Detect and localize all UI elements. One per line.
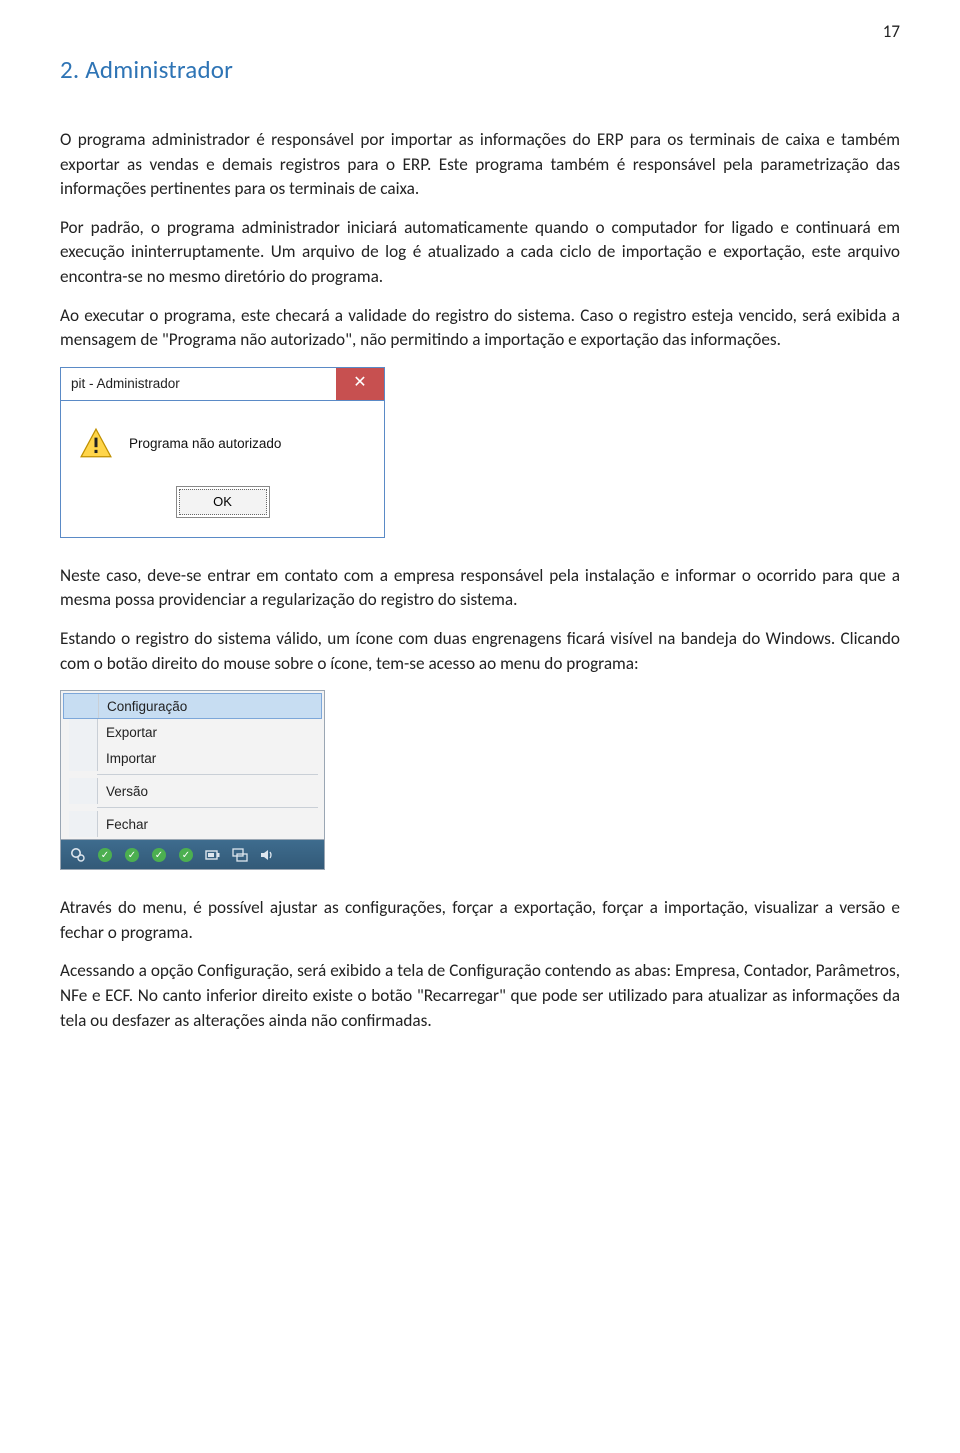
menu-item-versao[interactable]: Versão: [63, 778, 322, 804]
paragraph-1: O programa administrador é responsável p…: [60, 128, 900, 202]
section-heading: 2. Administrador: [60, 52, 900, 88]
menu-gutter: [69, 778, 98, 804]
unauthorized-dialog: pit - Administrador ✕ Programa não autor…: [60, 367, 385, 538]
paragraph-7: Acessando a opção Configuração, será exi…: [60, 959, 900, 1033]
page-number: 17: [60, 20, 900, 44]
menu-item-label: Configuração: [107, 697, 187, 716]
status-ok-icon[interactable]: ✓: [177, 846, 195, 864]
menu-item-configuracao[interactable]: Configuração: [63, 693, 322, 719]
menu-item-label: Fechar: [106, 815, 148, 834]
paragraph-6: Através do menu, é possível ajustar as c…: [60, 896, 900, 945]
warning-icon: [79, 427, 113, 461]
volume-icon[interactable]: [258, 846, 276, 864]
dialog-ok-button[interactable]: OK: [179, 489, 267, 515]
status-ok-icon[interactable]: ✓: [150, 846, 168, 864]
menu-separator: [97, 807, 318, 808]
network-icon[interactable]: [231, 846, 249, 864]
paragraph-3: Ao executar o programa, este checará a v…: [60, 304, 900, 353]
paragraph-2: Por padrão, o programa administrador ini…: [60, 216, 900, 290]
menu-gutter: [69, 745, 98, 771]
system-tray: ✓ ✓ ✓ ✓: [60, 840, 325, 870]
dialog-message: Programa não autorizado: [129, 434, 281, 453]
menu-gutter: [69, 811, 98, 837]
menu-item-fechar[interactable]: Fechar: [63, 811, 322, 837]
menu-separator: [97, 774, 318, 775]
tray-context-menu: Configuração Exportar Importar Versão Fe…: [60, 690, 325, 870]
menu-item-label: Exportar: [106, 723, 157, 742]
status-ok-icon[interactable]: ✓: [96, 846, 114, 864]
menu-item-label: Versão: [106, 782, 148, 801]
menu-item-label: Importar: [106, 749, 156, 768]
status-ok-icon[interactable]: ✓: [123, 846, 141, 864]
dialog-titlebar: pit - Administrador ✕: [61, 368, 384, 401]
paragraph-5: Estando o registro do sistema válido, um…: [60, 627, 900, 676]
battery-icon[interactable]: [204, 846, 222, 864]
paragraph-4: Neste caso, deve-se entrar em contato co…: [60, 564, 900, 613]
menu-gutter: [70, 694, 99, 718]
dialog-close-button[interactable]: ✕: [336, 368, 384, 400]
gears-icon[interactable]: [69, 846, 87, 864]
menu-item-importar[interactable]: Importar: [63, 745, 322, 771]
menu-item-exportar[interactable]: Exportar: [63, 719, 322, 745]
dialog-title: pit - Administrador: [61, 368, 336, 400]
menu-gutter: [69, 719, 98, 745]
